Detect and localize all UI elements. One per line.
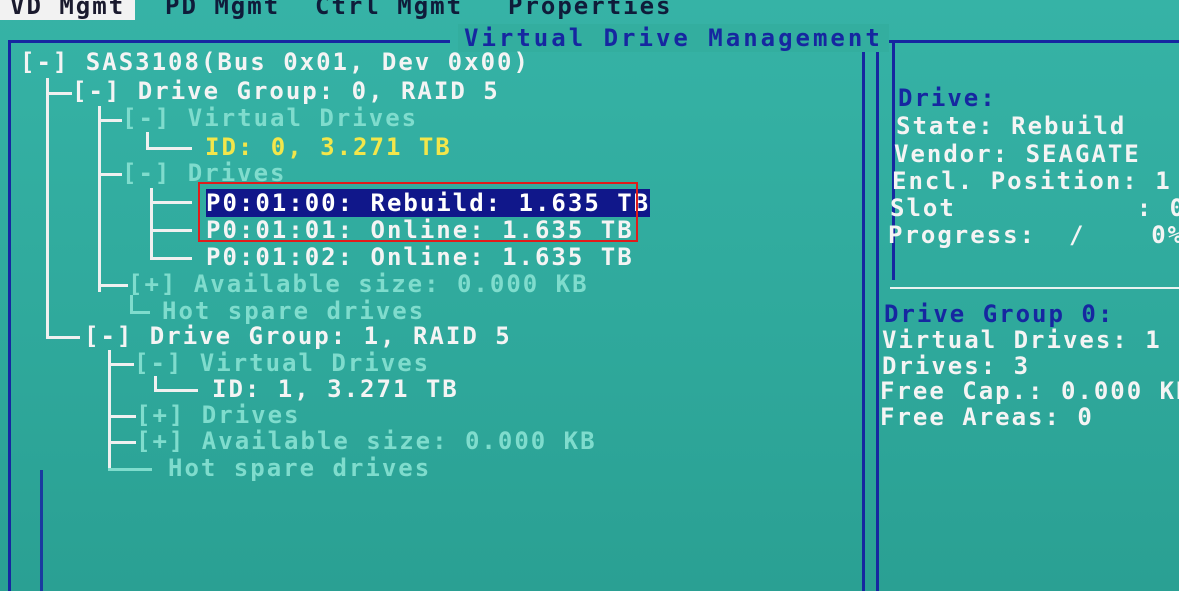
tree-hot-spare-1[interactable]: Hot spare drives (168, 454, 431, 482)
tree-line-group0-children (98, 106, 101, 292)
tree-line-group1 (46, 336, 80, 339)
tree-drive-group-0[interactable]: [-] Drive Group: 0, RAID 5 (72, 77, 500, 105)
tree-line-hotspare0-v (130, 295, 133, 311)
tree-vd-id-0[interactable]: ID: 0, 3.271 TB (205, 133, 452, 161)
tree-line-avail1 (108, 441, 136, 444)
frame-divider-vertical-2 (876, 40, 879, 591)
tree-line-hotspare0 (130, 311, 150, 314)
tree-line-pd0 (150, 201, 192, 204)
tree-drive-group-1[interactable]: [-] Drive Group: 1, RAID 5 (84, 322, 512, 350)
tree-line-vd1-item (154, 376, 157, 390)
frame-inner-left (40, 470, 43, 591)
tree-line-root (46, 78, 49, 338)
tree-line-group1-children (108, 350, 111, 470)
tree-hot-spare-0[interactable]: Hot spare drives (162, 297, 425, 325)
menu-ctrl-mgmt[interactable]: Ctrl Mgmt (315, 0, 463, 20)
drive-info-state: State: Rebuild (896, 112, 1127, 140)
drive-info-progress: Progress: / 0% (888, 221, 1179, 249)
group-info-free-cap: Free Cap.: 0.000 KB (880, 377, 1179, 405)
drive-info-encl-position: Encl. Position: 1 (892, 167, 1172, 195)
tree-pd-online-2[interactable]: P0:01:02: Online: 1.635 TB (206, 243, 634, 271)
group-info-drives: Drives: 3 (882, 352, 1031, 380)
drive-info-header: Drive: (898, 84, 997, 112)
tree-line-hotspare1 (108, 468, 152, 471)
red-highlight-box (198, 182, 638, 242)
tree-available-size-1[interactable]: [+] Available size: 0.000 KB (136, 427, 597, 455)
tree-line-drives0 (98, 173, 122, 176)
tree-line-vd0-item (146, 132, 149, 148)
group-info-header: Drive Group 0: (884, 300, 1115, 328)
tree-virtual-drives-0[interactable]: [-] Virtual Drives (122, 104, 418, 132)
frame-right-separator (890, 287, 1179, 289)
tree-line-pd2 (150, 257, 192, 260)
tree-line-drives0-children (150, 188, 153, 258)
tree-line-avail0 (98, 284, 128, 287)
group-info-free-areas: Free Areas: 0 (880, 403, 1094, 431)
tree-vd-id-1[interactable]: ID: 1, 3.271 TB (212, 375, 459, 403)
tree-line-vd1 (108, 363, 134, 366)
group-info-virtual-drives: Virtual Drives: 1 (882, 326, 1162, 354)
tree-line-vd0 (98, 119, 122, 122)
frame-top-border-left (10, 40, 450, 43)
drive-info-vendor: Vendor: SEAGATE (894, 140, 1141, 168)
menu-properties[interactable]: Properties (508, 0, 673, 20)
tree-line-group0 (46, 92, 72, 95)
frame-top-border-right (855, 40, 1179, 43)
tree-line-vd1-item-h (154, 389, 198, 392)
tree-virtual-drives-1[interactable]: [-] Virtual Drives (134, 349, 430, 377)
tree-available-size-0[interactable]: [+] Available size: 0.000 KB (128, 270, 589, 298)
frame-left-border (8, 40, 11, 591)
tree-line-drives1 (108, 415, 136, 418)
menu-pd-mgmt[interactable]: PD Mgmt (165, 0, 280, 20)
tree-root-controller[interactable]: [-] SAS3108(Bus 0x01, Dev 0x00) (20, 48, 530, 76)
frame-divider-vertical (862, 40, 865, 591)
tree-line-vd0-item-h (146, 147, 192, 150)
drive-info-slot: Slot : 0 (890, 194, 1179, 222)
tree-line-pd1 (150, 229, 192, 232)
tree-drives-1[interactable]: [+] Drives (136, 401, 301, 429)
bios-screen: VD Mgmt PD Mgmt Ctrl Mgmt Properties Vir… (0, 0, 1179, 591)
menu-bar: VD Mgmt PD Mgmt Ctrl Mgmt Properties (0, 0, 1179, 22)
menu-vd-mgmt[interactable]: VD Mgmt (0, 0, 136, 20)
